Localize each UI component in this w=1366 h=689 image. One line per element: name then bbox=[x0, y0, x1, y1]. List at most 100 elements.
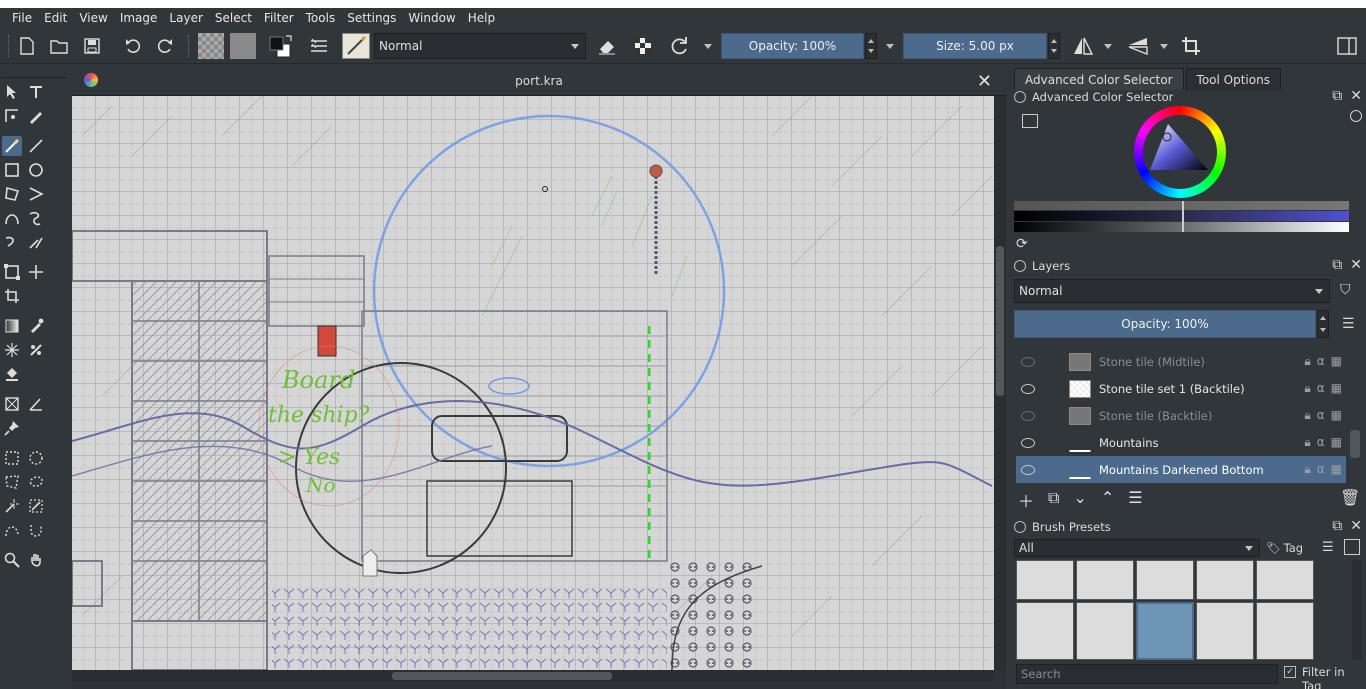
eye-icon[interactable] bbox=[1021, 437, 1035, 448]
smart-patch-tool-icon[interactable] bbox=[2, 340, 22, 360]
menu-tools[interactable]: Tools bbox=[300, 8, 342, 29]
rect-select-tool-icon[interactable] bbox=[2, 448, 22, 468]
alpha-icon[interactable]: α bbox=[1317, 381, 1325, 396]
inherit-alpha-icon[interactable]: ▦ bbox=[1331, 354, 1342, 369]
measure-tool-icon[interactable] bbox=[2, 394, 22, 414]
layer-properties-icon[interactable]: ☰ bbox=[1128, 488, 1142, 512]
freehand-select-tool-icon[interactable] bbox=[26, 472, 46, 492]
dockers-toggle-icon[interactable] bbox=[1334, 33, 1360, 59]
alpha-icon[interactable]: α bbox=[1317, 462, 1325, 477]
transform-tool-icon[interactable] bbox=[2, 262, 22, 282]
filter-icon[interactable]: ⛉ bbox=[1340, 282, 1351, 298]
new-document-icon[interactable] bbox=[14, 33, 40, 59]
inherit-alpha-icon[interactable]: ▦ bbox=[1331, 435, 1342, 450]
close-icon[interactable]: ✕ bbox=[1350, 518, 1362, 534]
edit-shapes-tool-icon[interactable] bbox=[2, 106, 22, 126]
chevron-down-icon[interactable] bbox=[886, 44, 894, 49]
canvas[interactable]: Board the ship? > Yes No bbox=[72, 96, 994, 670]
inherit-alpha-icon[interactable]: ▦ bbox=[1331, 408, 1342, 423]
text-tool-icon[interactable] bbox=[26, 82, 46, 102]
gradient-tool-icon[interactable] bbox=[2, 316, 22, 336]
tab-advanced-color-selector[interactable]: Advanced Color Selector bbox=[1014, 68, 1184, 90]
menu-filter[interactable]: Filter bbox=[258, 8, 300, 29]
chevron-down-icon[interactable] bbox=[704, 44, 712, 49]
brush-preset[interactable] bbox=[1256, 560, 1314, 600]
bezier-select-tool-icon[interactable] bbox=[2, 520, 22, 540]
fill-tool-icon[interactable] bbox=[2, 364, 22, 384]
bezier-curve-tool-icon[interactable] bbox=[2, 208, 22, 228]
alpha-icon[interactable]: α bbox=[1317, 354, 1325, 369]
brush-preset[interactable] bbox=[1076, 602, 1134, 660]
inherit-alpha-icon[interactable]: ▦ bbox=[1331, 462, 1342, 477]
lock-icon[interactable]: 🔒︎ bbox=[1304, 381, 1310, 396]
move-layer-down-icon[interactable]: ⌄ bbox=[1073, 488, 1086, 512]
menu-settings[interactable]: Settings bbox=[341, 8, 402, 29]
layer-opacity-spin[interactable] bbox=[1317, 310, 1329, 338]
eye-icon[interactable] bbox=[1021, 356, 1035, 367]
layer-opacity-slider[interactable]: Opacity: 100% bbox=[1014, 310, 1316, 338]
import-preset-icon[interactable] bbox=[1344, 539, 1360, 555]
lock-icon[interactable]: 🔒︎ bbox=[1304, 354, 1310, 369]
add-layer-icon[interactable]: ＋ bbox=[1018, 488, 1034, 512]
zoom-tool-icon[interactable] bbox=[2, 550, 22, 570]
preset-search-input[interactable]: Search bbox=[1016, 664, 1278, 684]
rectangle-tool-icon[interactable] bbox=[2, 160, 22, 180]
menu-view[interactable]: View bbox=[73, 8, 113, 29]
menu-help[interactable]: Help bbox=[462, 8, 501, 29]
mirror-vertical-icon[interactable] bbox=[1125, 33, 1151, 59]
menu-select[interactable]: Select bbox=[209, 8, 258, 29]
select-shapes-tool-icon[interactable] bbox=[2, 82, 22, 102]
brush-preset[interactable] bbox=[1196, 560, 1254, 600]
layers-scrollbar[interactable] bbox=[1350, 430, 1360, 458]
crop-icon[interactable] bbox=[1178, 33, 1204, 59]
chevron-down-icon[interactable] bbox=[1160, 44, 1168, 49]
delete-layer-icon[interactable]: 🗑︎ bbox=[1340, 488, 1360, 507]
calligraphy-tool-icon[interactable] bbox=[26, 106, 46, 126]
brush-filter-select[interactable]: All bbox=[1014, 539, 1260, 557]
close-icon[interactable]: ✕ bbox=[1350, 257, 1362, 273]
layer-row[interactable]: Stone tile (Midtile) 🔒︎ α ▦ bbox=[1016, 348, 1346, 375]
dynamic-brush-tool-icon[interactable] bbox=[2, 232, 22, 252]
duplicate-layer-icon[interactable]: ⧉ bbox=[1048, 488, 1059, 512]
brush-preset-icon[interactable] bbox=[342, 33, 370, 59]
document-tab[interactable]: port.kra ✕ bbox=[72, 68, 1006, 96]
foreground-background-color-icon[interactable] bbox=[266, 33, 296, 59]
mirror-horizontal-icon[interactable] bbox=[1070, 33, 1096, 59]
brush-preset-selected[interactable] bbox=[1136, 602, 1194, 660]
multibrush-tool-icon[interactable] bbox=[26, 232, 46, 252]
color-selector-settings-icon[interactable] bbox=[1022, 114, 1038, 128]
ellipse-select-tool-icon[interactable] bbox=[26, 448, 46, 468]
brush-preset[interactable] bbox=[1136, 560, 1194, 600]
move-tool-icon[interactable] bbox=[26, 262, 46, 282]
eye-icon[interactable] bbox=[1021, 383, 1035, 394]
lock-icon[interactable]: 🔒︎ bbox=[1304, 408, 1310, 423]
polygon-select-tool-icon[interactable] bbox=[2, 472, 22, 492]
brush-preset[interactable] bbox=[1016, 602, 1074, 660]
size-spin-buttons[interactable] bbox=[1048, 33, 1060, 59]
eraser-icon[interactable] bbox=[594, 33, 620, 59]
menu-edit[interactable]: Edit bbox=[38, 8, 73, 29]
save-icon[interactable] bbox=[79, 33, 105, 59]
canvas-horizontal-scrollbar[interactable] bbox=[72, 670, 994, 682]
fill-gradients-swatch[interactable] bbox=[198, 33, 224, 59]
scrollbar-thumb[interactable] bbox=[996, 246, 1004, 396]
menu-layer[interactable]: Layer bbox=[163, 8, 208, 29]
undo-icon[interactable] bbox=[120, 33, 146, 59]
layer-row[interactable]: Stone tile (Backtile) 🔒︎ α ▦ bbox=[1016, 402, 1346, 429]
float-icon[interactable]: ⧉ bbox=[1332, 518, 1342, 534]
menu-file[interactable]: File bbox=[6, 8, 38, 29]
layer-row[interactable]: Mountains Darkened Bottom 🔒︎ α ▦ bbox=[1016, 456, 1346, 483]
opacity-slider[interactable]: Opacity: 100% bbox=[721, 33, 864, 59]
similar-select-tool-icon[interactable] bbox=[26, 496, 46, 516]
reference-pin-tool-icon[interactable] bbox=[2, 418, 22, 438]
freehand-brush-tool-icon[interactable] bbox=[2, 136, 22, 156]
lock-icon[interactable] bbox=[1014, 260, 1026, 272]
float-icon[interactable]: ⧉ bbox=[1332, 88, 1342, 104]
opacity-spin-buttons[interactable] bbox=[865, 33, 877, 59]
pan-tool-icon[interactable] bbox=[26, 550, 46, 570]
close-icon[interactable]: ✕ bbox=[977, 71, 992, 92]
canvas-vertical-scrollbar[interactable] bbox=[994, 96, 1006, 670]
ellipse-tool-icon[interactable] bbox=[26, 160, 46, 180]
brush-preset[interactable] bbox=[1016, 560, 1074, 600]
close-icon[interactable]: ✕ bbox=[1350, 88, 1362, 104]
